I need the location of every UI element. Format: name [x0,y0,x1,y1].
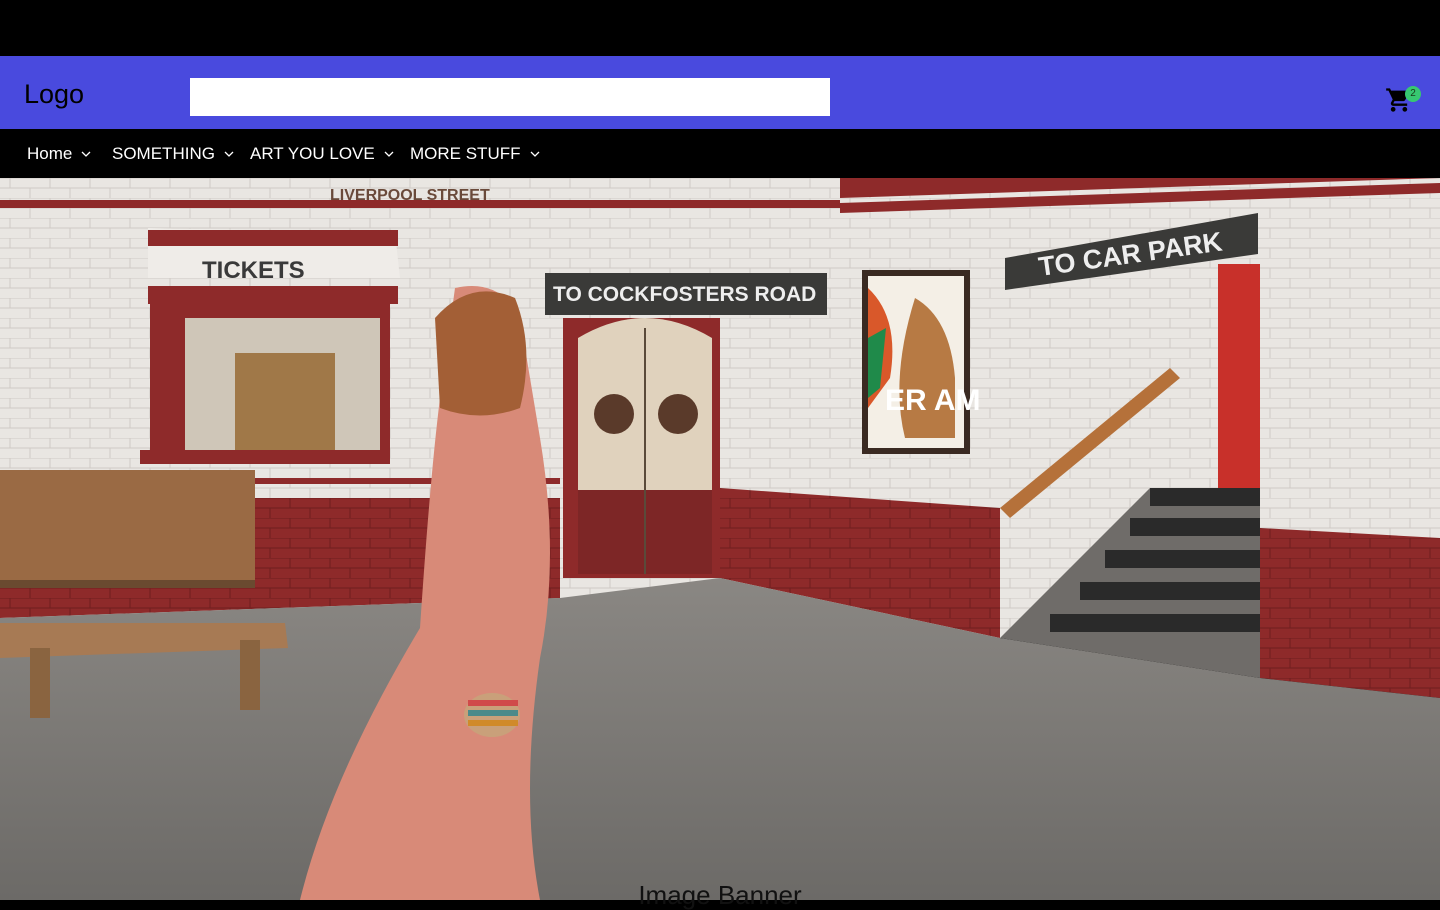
nav-item-something[interactable]: SOMETHING [112,129,235,178]
nav-item-label: MORE STUFF [410,143,521,163]
banner-caption: Image Banner [638,880,802,910]
top-bar [0,0,1440,56]
chevron-down-icon [384,151,394,157]
direction-sign: TO COCKFOSTERS ROAD [553,283,816,306]
search-input[interactable] [190,78,830,116]
chevron-down-icon [81,151,91,157]
logo[interactable]: Logo [24,78,84,110]
chevron-down-icon [224,151,234,157]
nav-item-label: Home [27,143,73,163]
banner-illustration: LIVERPOOL STREET TICKETS TO COCKFOSTERS … [0,178,1440,900]
cart-button[interactable]: 2 [1385,86,1425,116]
nav-item-label: ART YOU LOVE [250,143,375,163]
nav-item-art-you-love[interactable]: ART YOU LOVE [250,129,395,178]
nav-item-home[interactable]: Home [27,129,92,178]
cart-count-badge: 2 [1405,86,1421,102]
hero-banner-image: LIVERPOOL STREET TICKETS TO COCKFOSTERS … [0,178,1440,900]
site-header: Logo 2 [0,56,1440,129]
tickets-sign: TICKETS [202,257,305,284]
nav-item-more-stuff[interactable]: MORE STUFF [410,129,541,178]
station-sign: LIVERPOOL STREET [330,187,490,204]
nav-item-label: SOMETHING [112,143,215,163]
poster-text: ER AM [885,384,981,417]
chevron-down-icon [530,151,539,157]
main-nav: Home SOMETHING ART YOU LOVE MORE STUFF [0,129,1440,178]
